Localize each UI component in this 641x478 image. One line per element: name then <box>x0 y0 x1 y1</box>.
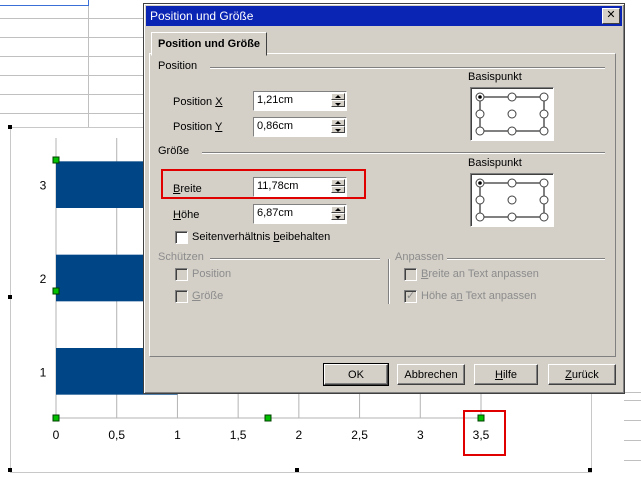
x-tick-label: 3 <box>417 428 424 442</box>
spin-up-icon[interactable] <box>331 119 345 126</box>
position-basis-label: Basispunkt <box>468 71 522 83</box>
selection-edge-bottom <box>295 468 299 472</box>
protect-size-label: Größe <box>192 290 224 302</box>
spin-down-icon[interactable] <box>331 100 345 107</box>
selection-corner-bottom-right <box>588 468 592 472</box>
basis-point-radio[interactable] <box>475 212 485 222</box>
adapt-group-title: Anpassen <box>395 251 448 263</box>
size-group-divider <box>202 152 605 154</box>
size-basis-selector[interactable] <box>470 173 554 227</box>
checkmark-icon: ✓ <box>406 290 416 302</box>
highlight-box-width <box>161 169 366 199</box>
diagram-selection-handle <box>52 287 60 295</box>
basis-point-radio[interactable] <box>539 178 549 188</box>
protect-position-label: Position <box>192 268 232 280</box>
group-separator <box>388 259 390 304</box>
cancel-button[interactable]: Abbrechen <box>397 364 465 385</box>
protect-size-checkbox[interactable] <box>175 290 188 303</box>
height-spinner[interactable] <box>331 206 345 221</box>
x-tick-label: 2 <box>296 428 303 442</box>
diagram-selection-handle <box>264 414 272 422</box>
position-x-spinner[interactable] <box>331 93 345 108</box>
close-button[interactable]: ✕ <box>602 8 620 24</box>
position-size-dialog: Position und Größe ✕ Position und Größe … <box>143 3 625 394</box>
dialog-title: Position und Größe <box>150 9 254 23</box>
tab-label: Position und Größe <box>158 38 261 50</box>
position-x-input[interactable] <box>255 93 331 107</box>
fit-width-label: Breite an Text anpassen <box>421 268 539 280</box>
diagram-selection-handle <box>52 414 60 422</box>
selection-edge-left <box>8 295 12 299</box>
selection-corner-bottom-left <box>8 468 12 472</box>
height-field[interactable] <box>253 204 347 224</box>
adapt-group-divider <box>447 258 605 260</box>
x-tick-label: 0 <box>53 428 60 442</box>
basis-point-radio[interactable] <box>539 109 549 119</box>
basis-point-radio[interactable] <box>475 126 485 136</box>
basis-point-selected-dot <box>478 181 482 185</box>
position-x-label: Position X <box>173 96 223 108</box>
help-button[interactable]: Hilfe <box>474 364 538 385</box>
basis-point-radio[interactable] <box>507 126 517 136</box>
highlight-box-axis-tick <box>463 410 506 456</box>
x-tick-label: 2,5 <box>351 428 368 442</box>
basis-point-radio[interactable] <box>539 212 549 222</box>
position-group-title: Position <box>158 60 202 72</box>
basis-point-radio[interactable] <box>475 109 485 119</box>
height-label: Höhe <box>173 209 200 221</box>
diagram-selection-handle <box>52 156 60 164</box>
reset-button[interactable]: Zurück <box>548 364 616 385</box>
y-tick-label: 2 <box>40 272 47 286</box>
position-y-input[interactable] <box>255 119 331 133</box>
x-tick-label: 1,5 <box>230 428 247 442</box>
keep-ratio-checkbox[interactable] <box>175 231 188 244</box>
fit-height-label: Höhe an Text anpassen <box>421 290 537 302</box>
size-basis-label: Basispunkt <box>468 157 522 169</box>
position-x-field[interactable] <box>253 91 347 111</box>
height-input[interactable] <box>255 206 331 220</box>
basis-point-radio[interactable] <box>507 109 517 119</box>
spin-down-icon[interactable] <box>331 213 345 220</box>
position-y-spinner[interactable] <box>331 119 345 134</box>
y-tick-label: 1 <box>40 365 47 379</box>
basis-point-radio[interactable] <box>539 126 549 136</box>
basis-point-radio[interactable] <box>539 195 549 205</box>
ok-button[interactable]: OK <box>323 363 389 386</box>
spin-up-icon[interactable] <box>331 93 345 100</box>
basis-point-radio[interactable] <box>539 92 549 102</box>
x-tick-label: 0,5 <box>108 428 125 442</box>
x-tick-label: 1 <box>174 428 181 442</box>
position-y-label: Position Y <box>173 121 223 133</box>
size-group-title: Größe <box>158 145 194 157</box>
tab-panel: Position Position X Position Y Basispunk… <box>149 53 616 357</box>
basis-point-radio[interactable] <box>507 178 517 188</box>
protect-group-divider <box>210 258 380 260</box>
basis-point-radio[interactable] <box>475 195 485 205</box>
basis-point-radio[interactable] <box>507 195 517 205</box>
tab-position-size[interactable]: Position und Größe <box>151 32 268 56</box>
protect-position-checkbox[interactable] <box>175 268 188 281</box>
position-basis-selector[interactable] <box>470 87 554 141</box>
basis-point-radio[interactable] <box>507 212 517 222</box>
y-tick-label: 3 <box>40 179 47 193</box>
position-y-field[interactable] <box>253 117 347 137</box>
basis-point-radio[interactable] <box>507 92 517 102</box>
keep-ratio-label: Seitenverhältnis beibehalten <box>192 231 331 243</box>
spin-down-icon[interactable] <box>331 126 345 133</box>
position-group-divider <box>210 67 605 69</box>
basis-point-selected-dot <box>478 95 482 99</box>
spin-up-icon[interactable] <box>331 206 345 213</box>
fit-width-checkbox[interactable] <box>404 268 417 281</box>
close-icon: ✕ <box>606 9 616 21</box>
active-cell[interactable] <box>0 0 89 6</box>
dialog-titlebar[interactable]: Position und Größe ✕ <box>146 6 622 26</box>
protect-group-title: Schützen <box>158 251 208 263</box>
fit-height-checkbox[interactable]: ✓ <box>404 290 417 303</box>
selection-corner-top-left <box>8 125 12 129</box>
